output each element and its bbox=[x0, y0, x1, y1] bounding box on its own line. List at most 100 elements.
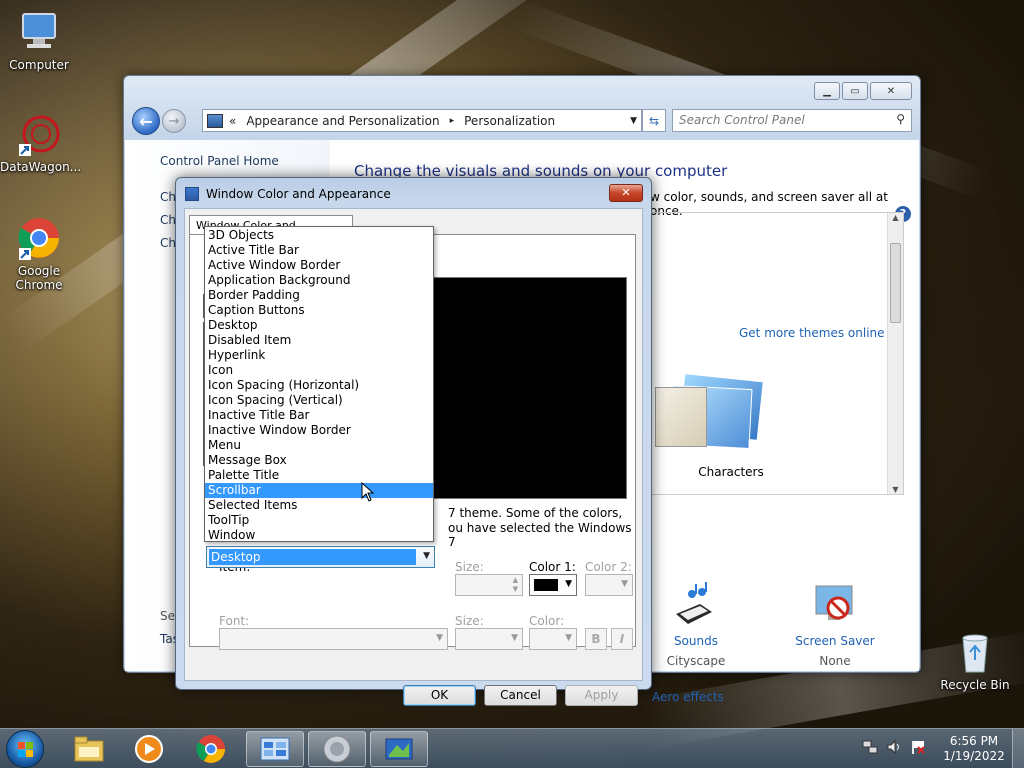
search-icon: ⚲ bbox=[896, 112, 905, 126]
address-bar[interactable]: « Appearance and Personalization ▸ Perso… bbox=[202, 109, 642, 132]
dialog-title: Window Color and Appearance bbox=[206, 187, 391, 201]
desktop-icon-computer[interactable]: Computer bbox=[0, 10, 78, 72]
dropdown-option[interactable]: Palette Title bbox=[205, 468, 433, 483]
dropdown-option[interactable]: Active Window Border bbox=[205, 258, 433, 273]
font-size-dropdown-icon: ▼ bbox=[511, 633, 518, 643]
taskbar-media-player[interactable] bbox=[120, 731, 178, 767]
dropdown-option[interactable]: Hyperlink bbox=[205, 348, 433, 363]
theme-list-scrollbar[interactable]: ▲ ▼ bbox=[887, 213, 903, 494]
taskbar-control-panel[interactable] bbox=[246, 731, 304, 767]
dropdown-option[interactable]: Icon bbox=[205, 363, 433, 378]
info-text-line1: 7 theme. Some of the colors, bbox=[448, 506, 623, 520]
mouse-cursor-icon bbox=[361, 481, 375, 502]
color1-picker[interactable]: ▼ bbox=[529, 574, 577, 596]
sidebar-link-1[interactable]: Ch bbox=[160, 190, 176, 204]
dropdown-option[interactable]: Icon Spacing (Vertical) bbox=[205, 393, 433, 408]
desktop-icon-chrome[interactable]: Google Chrome bbox=[0, 216, 78, 292]
taskbar-chrome[interactable] bbox=[182, 731, 240, 767]
desktop-icon-label: Computer bbox=[9, 58, 69, 72]
taskbar-clock[interactable]: 6:56 PM 1/19/2022 bbox=[942, 734, 1006, 764]
font-size-select: ▼ bbox=[455, 628, 523, 650]
taskbar-window-color[interactable] bbox=[370, 731, 428, 767]
theme-item-characters[interactable]: Characters bbox=[651, 372, 811, 488]
breadcrumb-item-appearance[interactable]: Appearance and Personalization bbox=[246, 114, 439, 128]
dropdown-option[interactable]: Selected Items bbox=[205, 498, 433, 513]
address-dropdown-icon[interactable]: ▼ bbox=[630, 116, 637, 126]
taskbar-sound[interactable] bbox=[308, 731, 366, 767]
media-player-icon bbox=[135, 735, 163, 763]
search-input[interactable]: Search Control Panel ⚲ bbox=[672, 109, 912, 132]
chrome-icon bbox=[17, 216, 61, 260]
sounds-item[interactable]: Sounds Cityscape bbox=[656, 580, 736, 670]
desktop-icon-datawagon[interactable]: DataWagon... bbox=[0, 112, 81, 174]
scroll-thumb[interactable] bbox=[890, 243, 901, 323]
control-panel-home-link[interactable]: Control Panel Home bbox=[160, 154, 279, 168]
bold-button: B bbox=[585, 628, 607, 650]
desktop-icon-label: Google Chrome bbox=[15, 264, 63, 292]
sounds-icon bbox=[670, 580, 720, 628]
cancel-button[interactable]: Cancel bbox=[484, 685, 557, 706]
screen-saver-label[interactable]: Screen Saver bbox=[790, 634, 880, 648]
dropdown-option[interactable]: Menu bbox=[205, 438, 433, 453]
dropdown-option-highlighted[interactable]: Scrollbar bbox=[205, 483, 433, 498]
chrome-icon bbox=[196, 735, 225, 763]
dropdown-option[interactable]: ToolTip bbox=[205, 513, 433, 528]
dropdown-option[interactable]: Icon Spacing (Horizontal) bbox=[205, 378, 433, 393]
breadcrumb-separator[interactable]: ▸ bbox=[450, 116, 455, 126]
network-icon[interactable] bbox=[862, 739, 878, 755]
back-button[interactable]: ← bbox=[132, 107, 160, 135]
sidebar-link-2[interactable]: Ch bbox=[160, 213, 176, 227]
screen-saver-value: None bbox=[819, 654, 851, 668]
dropdown-option[interactable]: Inactive Title Bar bbox=[205, 408, 433, 423]
forward-button[interactable]: → bbox=[162, 109, 186, 133]
item-size-spinner: ▲ ▼ bbox=[455, 574, 523, 596]
item-dropdown-list[interactable]: 3D Objects Active Title Bar Active Windo… bbox=[204, 226, 434, 542]
sounds-value: Cityscape bbox=[666, 654, 726, 668]
volume-icon[interactable] bbox=[886, 739, 902, 755]
sounds-label[interactable]: Sounds bbox=[656, 634, 736, 648]
scroll-up-arrow[interactable]: ▲ bbox=[888, 213, 903, 222]
item-select-value: Desktop bbox=[209, 549, 416, 565]
dialog-close-button[interactable]: ✕ bbox=[609, 184, 643, 202]
scroll-down-arrow[interactable]: ▼ bbox=[888, 485, 903, 494]
more-themes-link[interactable]: Get more themes online bbox=[739, 326, 885, 340]
dropdown-option[interactable]: Border Padding bbox=[205, 288, 433, 303]
dropdown-option[interactable]: Disabled Item bbox=[205, 333, 433, 348]
maximize-button[interactable]: ▭ bbox=[842, 82, 868, 100]
sidebar-link-3[interactable]: Ch bbox=[160, 236, 176, 250]
action-center-flag-icon[interactable] bbox=[910, 739, 926, 755]
dropdown-option[interactable]: Caption Buttons bbox=[205, 303, 433, 318]
close-button[interactable]: ✕ bbox=[870, 82, 912, 100]
color1-dropdown-icon: ▼ bbox=[565, 579, 572, 589]
desktop-icon-recycle-bin[interactable]: Recycle Bin bbox=[936, 630, 1014, 692]
refresh-icon[interactable]: ⇆ bbox=[642, 109, 666, 132]
speaker-icon bbox=[323, 735, 351, 763]
dropdown-option[interactable]: Application Background bbox=[205, 273, 433, 288]
dropdown-option[interactable]: 3D Objects bbox=[205, 228, 433, 243]
apply-button: Apply bbox=[565, 685, 638, 706]
taskbar-explorer[interactable] bbox=[60, 731, 118, 767]
aero-effects-link[interactable]: Aero effects bbox=[652, 690, 724, 704]
start-button[interactable] bbox=[6, 730, 44, 768]
font-color-dropdown-icon: ▼ bbox=[565, 633, 572, 643]
color2-picker: ▼ bbox=[585, 574, 633, 596]
dropdown-option[interactable]: Desktop bbox=[205, 318, 433, 333]
recycle-bin-icon bbox=[953, 630, 997, 674]
size-label: Size: bbox=[455, 560, 484, 574]
show-desktop-button[interactable] bbox=[1012, 729, 1024, 768]
dropdown-option[interactable]: Window bbox=[205, 528, 433, 541]
clock-time: 6:56 PM bbox=[949, 734, 999, 748]
item-select[interactable]: Desktop ▼ bbox=[206, 546, 435, 568]
screen-saver-item[interactable]: Screen Saver None bbox=[790, 580, 880, 670]
dropdown-option[interactable]: Inactive Window Border bbox=[205, 423, 433, 438]
ok-button[interactable]: OK bbox=[403, 685, 476, 706]
breadcrumb-item-personalization[interactable]: Personalization bbox=[464, 114, 555, 128]
color1-swatch bbox=[534, 579, 558, 591]
minimize-button[interactable]: ▁ bbox=[814, 82, 840, 100]
taskbar: 6:56 PM 1/19/2022 bbox=[0, 728, 1024, 768]
dropdown-option[interactable]: Message Box bbox=[205, 453, 433, 468]
breadcrumb-prefix: « bbox=[229, 113, 237, 128]
desktop-icon-label: Recycle Bin bbox=[940, 678, 1010, 692]
dropdown-option[interactable]: Active Title Bar bbox=[205, 243, 433, 258]
caption-buttons: ▁ ▭ ✕ bbox=[814, 82, 912, 100]
